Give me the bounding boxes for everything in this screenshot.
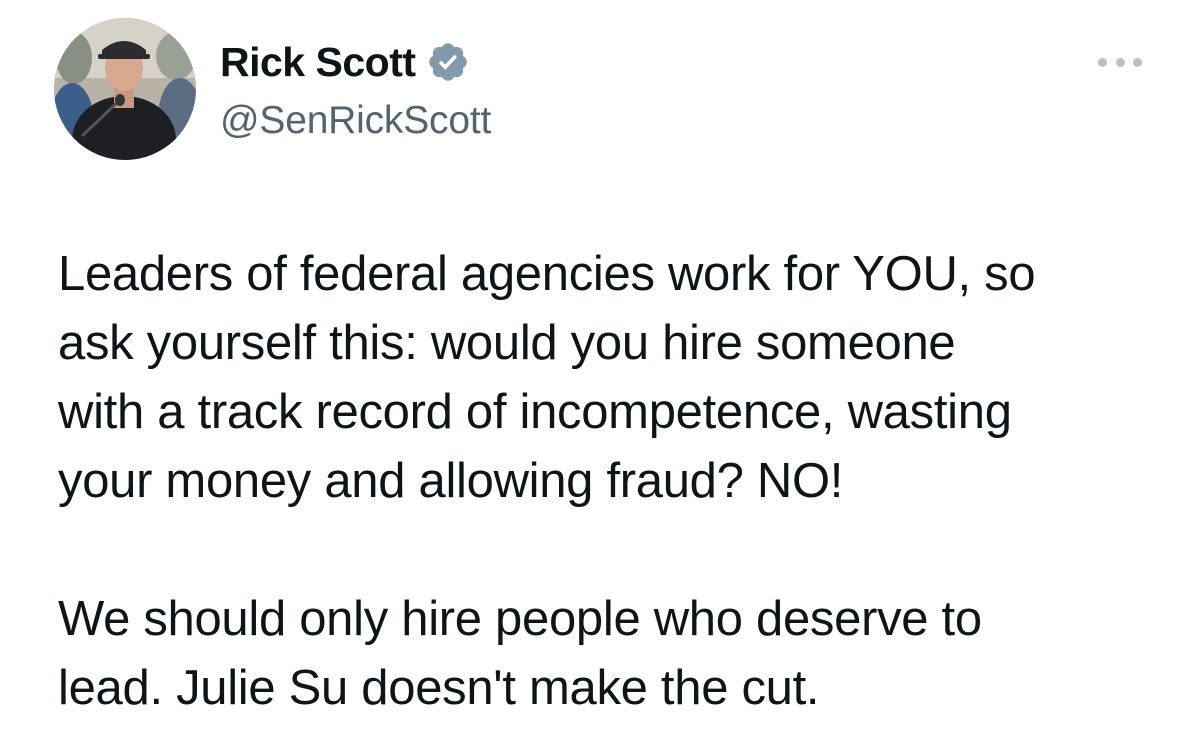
more-dot [1098, 57, 1107, 67]
more-dot [1115, 57, 1125, 67]
author-info: Rick Scott @SenRickScott [220, 36, 491, 146]
author-handle[interactable]: @SenRickScott [220, 96, 491, 146]
author-avatar[interactable] [54, 18, 196, 160]
more-options-icon[interactable] [1098, 52, 1142, 72]
tweet-text-line: Leaders of federal agencies work for YOU… [58, 247, 1036, 301]
tweet-text-line: ask yourself this: would you hire someon… [58, 316, 956, 370]
tweet-text-line: your money and allowing fraud? NO! [58, 454, 844, 508]
tweet-paragraph: We should only hire people who deserve t… [58, 585, 1168, 723]
tweet-text: Leaders of federal agencies work for YOU… [58, 240, 1168, 723]
avatar-photo [54, 18, 196, 160]
tweet-paragraph: Leaders of federal agencies work for YOU… [58, 240, 1168, 516]
verified-badge-icon[interactable] [426, 40, 470, 84]
tweet-text-line: with a track record of incompetence, was… [58, 385, 1012, 439]
tweet-text-line: We should only hire people who deserve t… [58, 592, 982, 646]
tweet-text-line: lead. Julie Su doesn't make the cut. [58, 661, 820, 715]
author-name-row: Rick Scott [220, 36, 491, 88]
tweet-card: Rick Scott @SenRickScott Leaders of fede… [0, 0, 1200, 753]
more-dot [1133, 57, 1142, 67]
author-display-name[interactable]: Rick Scott [220, 36, 416, 88]
